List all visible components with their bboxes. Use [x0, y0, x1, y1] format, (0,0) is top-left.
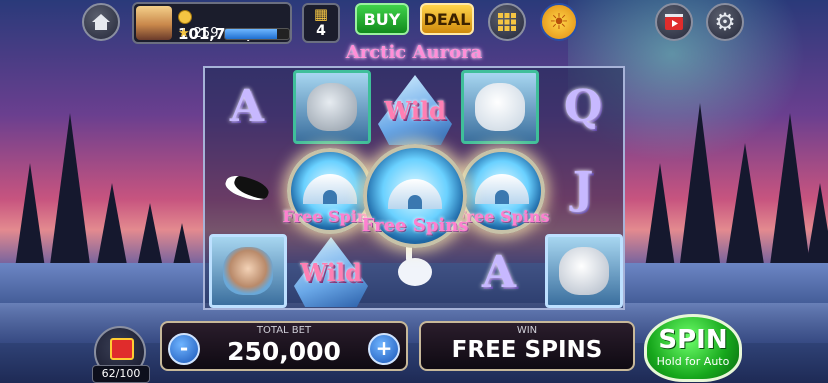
settings-button[interactable]: ⚙ [706, 3, 744, 41]
spin-hold-label: Hold for Auto [656, 355, 730, 368]
spin-button[interactable]: SPIN Hold for Auto [644, 314, 742, 382]
orca-icon [222, 171, 272, 205]
symbol-a: A [205, 68, 289, 144]
symbol-q-letter: Q [563, 80, 603, 132]
win-panel: WIN FREE SPINS [419, 321, 635, 371]
igloo-icon [388, 179, 442, 210]
avatar[interactable] [136, 6, 172, 40]
symbol-wild: Wild [289, 234, 373, 310]
xp-progress-bar [224, 28, 290, 40]
buy-button[interactable]: BUY [355, 3, 409, 35]
wolf-icon [558, 247, 610, 295]
seal-icon [306, 83, 358, 131]
xp-progress-fill [225, 29, 278, 39]
symbol-seal [293, 70, 371, 144]
igloo-door [408, 195, 422, 210]
gear-icon: ⚙ [714, 8, 736, 36]
free-spins-label: Free Spins [454, 206, 550, 226]
wild-label: Wild [300, 257, 362, 287]
symbol-polar-bear [461, 70, 539, 144]
increase-bet-button[interactable]: + [368, 333, 400, 365]
bonus-count: 4 [316, 23, 326, 39]
symbol-wild-top: Wild [373, 68, 457, 152]
trophy-icon: ▦ [313, 5, 329, 23]
total-bet-panel: TOTAL BET 250,000 - + [160, 321, 408, 371]
symbol-j: J [541, 150, 625, 226]
star-icon: ★ [178, 26, 190, 41]
decrease-bet-button[interactable]: - [168, 333, 200, 365]
gift-progress: 62/100 [92, 365, 150, 383]
game-title: Arctic Aurora [345, 42, 483, 63]
total-bet-label: TOTAL BET [256, 325, 312, 336]
polar-bear-icon [474, 83, 526, 131]
player-level: ★ 259 [178, 26, 218, 41]
symbol-wolf [545, 234, 623, 308]
home-icon [92, 14, 110, 30]
symbol-eskimo-girl [209, 234, 287, 308]
gift-icon [110, 338, 134, 360]
scatter-free-spins-2: Free Spins [361, 144, 469, 248]
arctic-hare-icon [398, 244, 432, 286]
igloo-icon [303, 174, 357, 205]
sun-icon: ☀ [549, 9, 569, 35]
free-spins-label: Free Spins [361, 215, 469, 237]
games-menu-button[interactable] [488, 3, 526, 41]
coin-icon [178, 9, 192, 24]
symbol-a-lower: A [457, 234, 541, 310]
bonus-counter[interactable]: ▦ 4 [302, 3, 340, 43]
symbol-j-letter: J [572, 162, 594, 214]
symbol-a-letter: A [229, 80, 265, 132]
igloo-door [323, 190, 337, 205]
wild-label: Wild [384, 95, 446, 125]
deal-button[interactable]: DEAL [420, 3, 474, 35]
daily-bonus-button[interactable]: ☀ [540, 3, 578, 41]
grid-menu-icon [498, 13, 516, 31]
eskimo-face [222, 247, 274, 295]
igloo-icon [475, 174, 529, 205]
scatter-free-spins-1: Free Spins [283, 148, 377, 234]
spin-label: SPIN [658, 325, 728, 355]
win-label: WIN [516, 325, 538, 336]
player-panel[interactable]: 101,790,000 ★259 [132, 2, 292, 44]
reel-grid: A Wild Wild A Q J Free Spins Free Spins … [203, 66, 625, 310]
symbol-a-letter: A [481, 246, 517, 298]
video-icon [665, 14, 683, 30]
symbol-q: Q [541, 68, 625, 144]
player-level-value: 259 [193, 26, 219, 41]
igloo-door [495, 190, 509, 205]
symbol-orca [205, 150, 289, 226]
scatter-free-spins-3: Free Spins [455, 148, 549, 234]
win-value: FREE SPINS [451, 337, 603, 363]
video-button[interactable] [655, 3, 693, 41]
home-button[interactable] [82, 3, 120, 41]
